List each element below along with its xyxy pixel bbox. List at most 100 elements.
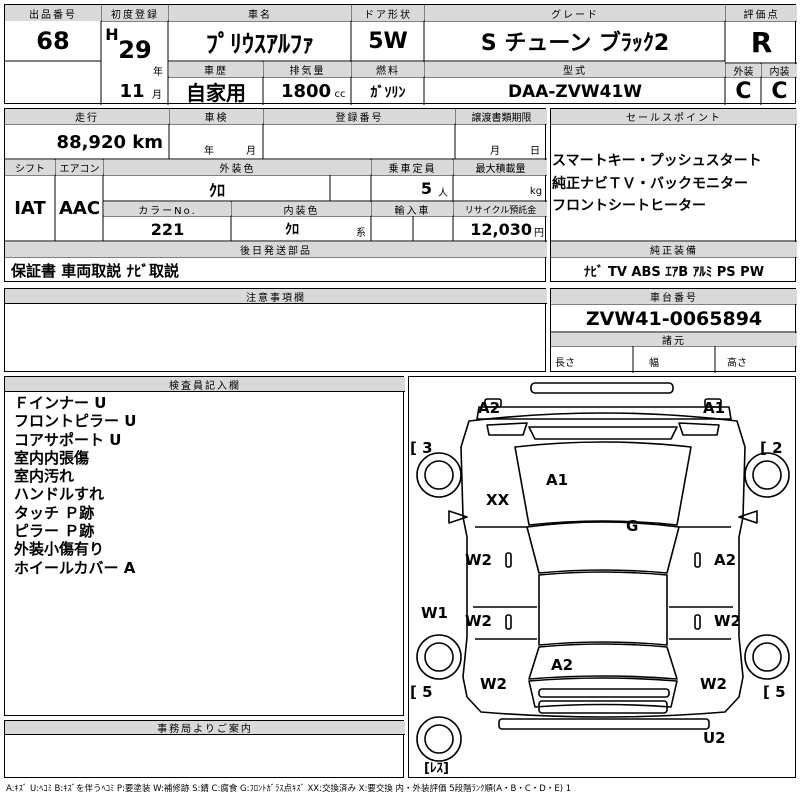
- spare-wheel-label: [ﾚｽ]: [424, 761, 449, 776]
- damage-label: A1: [546, 471, 569, 489]
- damage-label: W2: [714, 612, 741, 630]
- width-label: 幅: [649, 357, 659, 369]
- sales-points-list: スマートキー・プッシュスタート 純正ナビＴＶ・バックモニター フロントシートヒー…: [552, 150, 762, 218]
- damage-label: W2: [700, 675, 727, 693]
- inspector-note: コアサポート U: [14, 430, 122, 449]
- inspection-header: 車検: [170, 109, 263, 124]
- transfer-month-unit: 月: [490, 145, 500, 157]
- registration-month: 11: [119, 80, 145, 102]
- aircon-header: エアコン: [56, 160, 103, 175]
- import-header: 輸入車: [372, 202, 453, 216]
- shift: IAT: [14, 198, 46, 219]
- damage-legend: A:ｷｽﾞ U:ﾍｺﾐ B:ｷｽﾞを伴うﾍｺﾐ P:要塗装 W:補修跡 S:錆 …: [6, 784, 572, 794]
- car-name-header: 車名: [169, 5, 351, 21]
- lot-number-header: 出品番号: [5, 5, 101, 21]
- registration-year: 29: [118, 36, 152, 64]
- damage-label: W2: [465, 551, 492, 569]
- inspector-notes-block: 検査員記入欄 Ｆインナー U フロントピラー U コアサポート U 室内内張傷 …: [4, 376, 405, 716]
- inspection-month-unit: 月: [246, 145, 256, 157]
- inspector-note: 室内汚れ: [14, 467, 75, 486]
- registration-number-header: 登録番号: [264, 109, 455, 124]
- displacement: 1800: [280, 81, 332, 102]
- details-block: 走行 車検 登録番号 譲渡書類期限 88,920 km 年 月 月 日 シフト …: [4, 108, 547, 282]
- car-outline-icon: [416, 382, 790, 762]
- car-name: ﾌﾟﾘｳｽｱﾙﾌｧ: [206, 29, 314, 58]
- interior-grade-header: 内装: [762, 64, 797, 77]
- exterior-color: ｸﾛ: [208, 180, 225, 200]
- shift-header: シフト: [5, 160, 55, 175]
- score-header: 評価点: [726, 5, 797, 21]
- office-notes-block: 事務局よりご案内: [4, 720, 405, 778]
- inspector-note: ピラー Ｐ跡: [14, 522, 95, 541]
- chassis-number: ZVW41-0065894: [585, 307, 763, 330]
- inspector-note: 室内内張傷: [14, 448, 90, 467]
- color-no-header: カラーNo.: [104, 202, 231, 216]
- interior-color: ｸﾛ: [285, 222, 299, 238]
- damage-label: U2: [703, 729, 726, 747]
- office-notes-header: 事務局よりご案内: [5, 721, 405, 735]
- interior-color-suffix: 系: [356, 227, 366, 239]
- mileage: 88,920 km: [56, 131, 163, 153]
- inspector-note: Ｆインナー U: [14, 394, 107, 412]
- capacity-header: 乗車定員: [372, 160, 453, 175]
- sales-point-item: 純正ナビＴＶ・バックモニター: [552, 175, 748, 192]
- exterior-grade-header: 外装: [726, 64, 761, 77]
- inspector-note: ホイールカバー A: [14, 558, 136, 577]
- later-items-header: 後日発送部品: [5, 242, 547, 257]
- mileage-header: 走行: [5, 109, 169, 124]
- inspection-year-unit: 年: [204, 145, 214, 157]
- panel-number-label: [ 3: [410, 439, 433, 457]
- transfer-day-unit: 日: [530, 145, 540, 157]
- panel-number-label: [ 2: [760, 439, 783, 457]
- later-items: 保証書 車両取説 ﾅﾋﾞ取説: [11, 262, 179, 280]
- length-label: 長さ: [555, 357, 575, 369]
- grade-header: グレード: [425, 5, 725, 21]
- model-code: DAA-ZVW41W: [507, 81, 643, 102]
- max-load-unit: kg: [529, 185, 543, 197]
- sales-points-header: セールスポイント: [551, 109, 797, 124]
- top-block: 出品番号 68 初度登録 車名 ドア形状 グレード 評価点 H 29 年 ﾌﾟﾘ…: [4, 4, 797, 105]
- specs-header: 諸元: [551, 333, 797, 346]
- inspector-notes-header: 検査員記入欄: [5, 377, 405, 392]
- inspector-note: 外装小傷有り: [14, 540, 105, 559]
- damage-label: A2: [714, 551, 737, 569]
- panel-number-label: [ 5: [763, 683, 786, 701]
- year-unit: 年: [153, 66, 163, 78]
- inspector-note: フロントピラー U: [14, 412, 137, 431]
- recycle-fee-header: リサイクル預託金: [454, 202, 547, 216]
- damage-label: W2: [480, 675, 507, 693]
- model-code-header: 型式: [425, 62, 725, 77]
- aircon: AAC: [58, 198, 101, 219]
- sales-point-item: フロントシートヒーター: [552, 198, 706, 215]
- damage-label: W2: [465, 612, 492, 630]
- exterior-grade: C: [735, 79, 752, 104]
- damage-label: A2: [478, 399, 501, 417]
- genuine-equipment: ﾅﾋﾞ TV ABS ｴｱB ｱﾙﾐ PS PW: [583, 265, 765, 280]
- damage-label: A2: [551, 656, 574, 674]
- damage-label: G: [626, 517, 639, 535]
- chassis-block: 車台番号 ZVW41-0065894 諸元 長さ 幅 高さ: [550, 288, 797, 373]
- sales-point-item: スマートキー・プッシュスタート: [552, 153, 762, 169]
- car-history: 自家用: [186, 81, 246, 105]
- recycle-fee: 12,030: [470, 219, 532, 239]
- inspector-note: ハンドルすれ: [14, 485, 105, 504]
- panel-number-label: [ 5: [410, 683, 433, 701]
- damage-label: XX: [486, 491, 510, 509]
- height-label: 高さ: [727, 357, 747, 369]
- recycle-fee-unit: 円: [534, 227, 544, 239]
- notes-block: 注意事項欄: [4, 288, 547, 372]
- damage-label: A1: [703, 399, 726, 417]
- car-damage-diagram: [408, 376, 796, 778]
- door-type: 5W: [368, 28, 408, 54]
- inspector-note: タッチ Ｐ跡: [14, 503, 95, 522]
- max-load-header: 最大積載量: [454, 160, 547, 175]
- displacement-header: 排気量: [264, 62, 351, 77]
- damage-label: W1: [421, 604, 448, 622]
- color-no: 221: [150, 219, 185, 239]
- interior-color-header: 内装色: [232, 202, 371, 216]
- capacity-unit: 人: [438, 187, 448, 199]
- history-header: 車歴: [169, 62, 263, 77]
- lot-number: 68: [36, 27, 70, 55]
- displacement-unit: cc: [334, 88, 346, 100]
- month-unit: 月: [152, 89, 162, 101]
